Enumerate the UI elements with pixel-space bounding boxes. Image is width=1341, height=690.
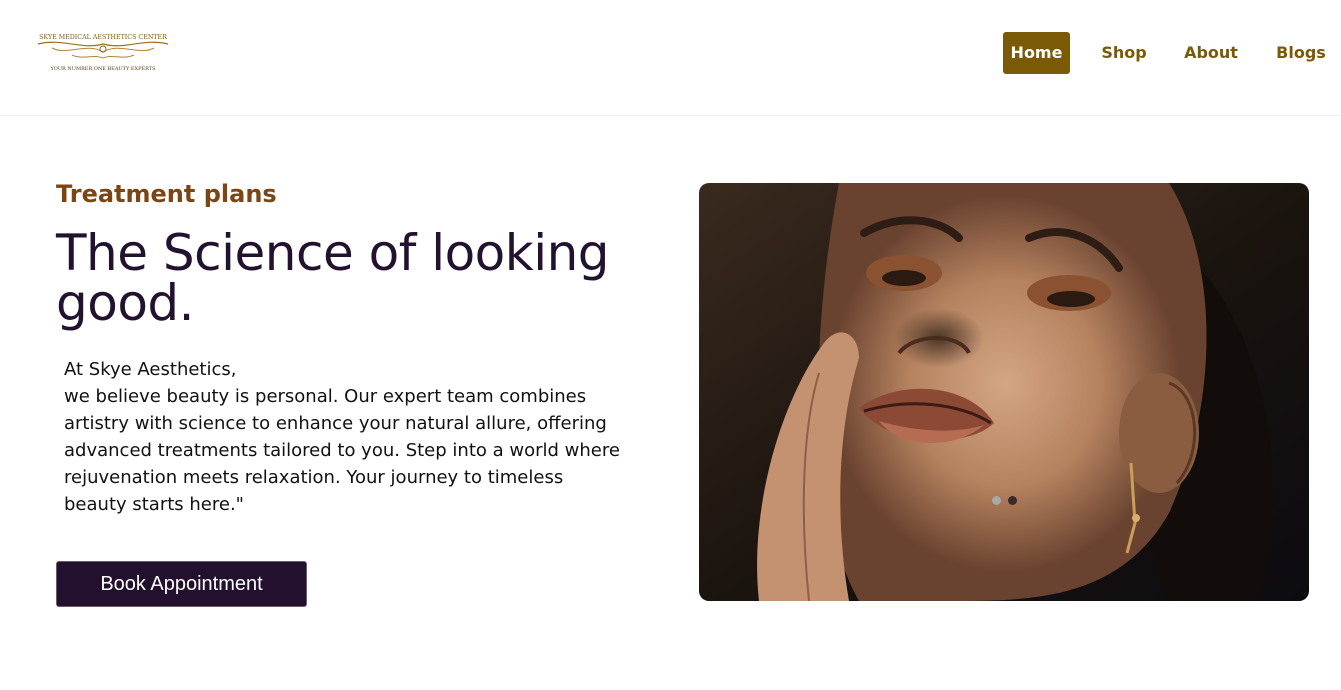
nav-item-about[interactable]: About	[1178, 32, 1244, 74]
site-header: SKYE MEDICAL AESTHETICS CENTER YOUR NUMB…	[0, 0, 1341, 116]
nav-item-shop[interactable]: Shop	[1095, 32, 1153, 74]
slider-dot[interactable]	[992, 496, 1001, 505]
book-appointment-button[interactable]: Book Appointment	[56, 561, 307, 607]
slider-dot[interactable]	[1008, 496, 1017, 505]
hero-image	[699, 183, 1309, 601]
portrait-photo	[699, 183, 1309, 601]
hero-headline: The Science of looking good.	[56, 224, 610, 332]
hero-body-text: we believe beauty is personal. Our exper…	[64, 386, 620, 515]
nav-item-blogs[interactable]: Blogs	[1270, 32, 1332, 74]
nav-item-home[interactable]: Home	[1003, 32, 1070, 74]
section-eyebrow: Treatment plans	[56, 180, 277, 208]
slider-pagination	[990, 496, 1020, 506]
hero-intro-line: At Skye Aesthetics,	[64, 359, 237, 380]
hero-description: At Skye Aesthetics, we believe beauty is…	[64, 356, 624, 518]
main-nav: Home Shop About Blogs	[0, 32, 1341, 74]
